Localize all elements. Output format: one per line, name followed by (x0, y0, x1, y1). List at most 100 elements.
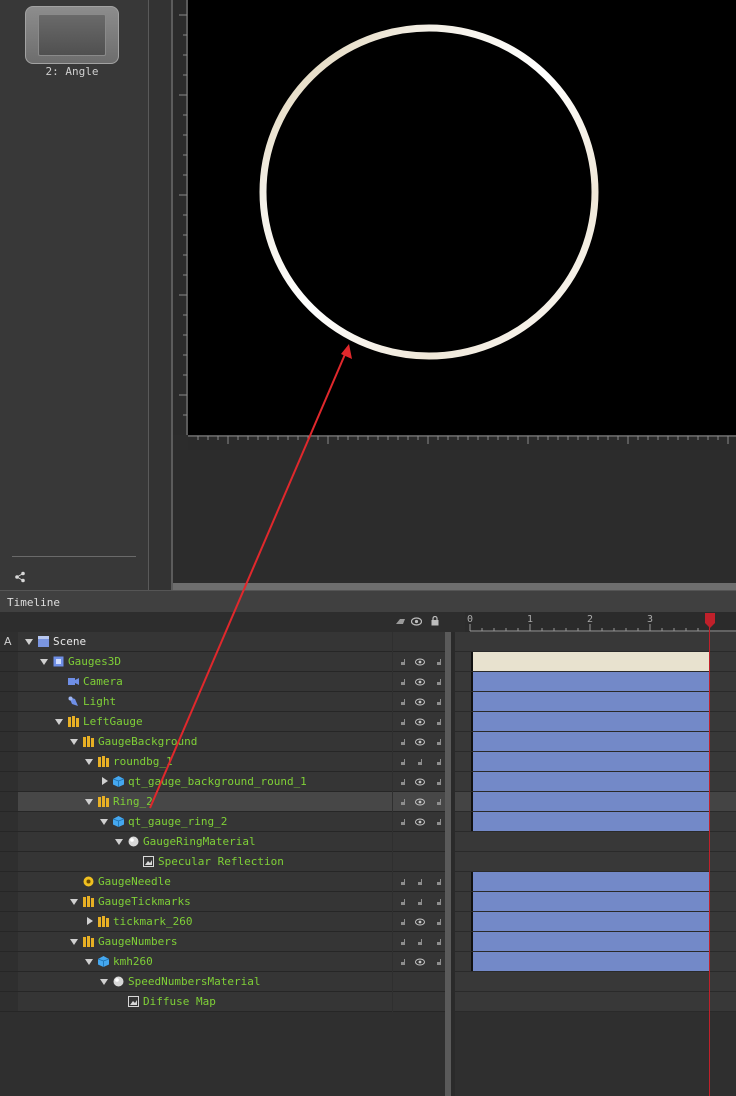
timeline-row[interactable]: GaugeNeedle (0, 872, 736, 892)
lock-toggle-icon[interactable] (434, 718, 444, 726)
timeline-row[interactable]: roundbg_1 (0, 752, 736, 772)
eye-icon[interactable] (415, 678, 425, 686)
lock-toggle-icon[interactable] (434, 938, 444, 946)
lock-toggle-icon[interactable] (398, 938, 408, 946)
time-bar[interactable] (471, 772, 709, 791)
lock-toggle-icon[interactable] (415, 938, 425, 946)
timeline-row[interactable]: GaugeTickmarks (0, 892, 736, 912)
expand-arrow-icon[interactable] (100, 819, 108, 825)
time-bar[interactable] (471, 732, 709, 751)
time-bar[interactable] (471, 652, 709, 671)
eye-icon[interactable] (415, 818, 425, 826)
expand-arrow-icon[interactable] (70, 739, 78, 745)
lock-toggle-icon[interactable] (398, 658, 408, 666)
lock-toggle-icon[interactable] (398, 718, 408, 726)
lock-toggle-icon[interactable] (398, 738, 408, 746)
lock-toggle-icon[interactable] (398, 758, 408, 766)
eye-icon[interactable] (411, 617, 422, 626)
expand-arrow-icon[interactable] (115, 839, 123, 845)
timeline-row[interactable]: Ring_2 (0, 792, 736, 812)
timeline-row[interactable]: tickmark_260 (0, 912, 736, 932)
lock-toggle-icon[interactable] (434, 898, 444, 906)
lock-toggle-icon[interactable] (415, 878, 425, 886)
panel-splitter[interactable] (173, 583, 736, 590)
timeline-row[interactable]: Gauges3D (0, 652, 736, 672)
lock-toggle-icon[interactable] (398, 678, 408, 686)
time-bar[interactable] (471, 952, 709, 971)
time-bar[interactable] (471, 892, 709, 911)
timeline-track[interactable] (455, 852, 736, 872)
share-icon[interactable] (14, 571, 26, 583)
timeline-row[interactable]: Specular Reflection (0, 852, 736, 872)
eye-icon[interactable] (415, 778, 425, 786)
expand-arrow-icon[interactable] (100, 979, 108, 985)
lock-toggle-icon[interactable] (434, 798, 444, 806)
eye-icon[interactable] (415, 718, 425, 726)
lock-toggle-icon[interactable] (398, 818, 408, 826)
time-bar[interactable] (471, 912, 709, 931)
expand-arrow-icon[interactable] (85, 959, 93, 965)
playhead-handle[interactable] (704, 613, 716, 628)
lock-toggle-icon[interactable] (434, 758, 444, 766)
timeline-row[interactable]: Diffuse Map (0, 992, 736, 1012)
lock-toggle-icon[interactable] (415, 898, 425, 906)
gauge-ring-model[interactable] (258, 22, 600, 362)
expand-arrow-icon[interactable] (70, 939, 78, 945)
time-bar[interactable] (471, 752, 709, 771)
eye-icon[interactable] (415, 798, 425, 806)
lock-toggle-icon[interactable] (434, 658, 444, 666)
lock-icon[interactable] (431, 616, 439, 626)
lock-toggle-icon[interactable] (398, 698, 408, 706)
lock-toggle-icon[interactable] (398, 918, 408, 926)
row-tree-cell[interactable] (18, 952, 392, 972)
row-tree-cell[interactable] (18, 792, 392, 812)
collapse-arrow-icon[interactable] (87, 917, 93, 925)
expand-arrow-icon[interactable] (85, 799, 93, 805)
lock-toggle-icon[interactable] (398, 798, 408, 806)
timeline-row[interactable]: Camera (0, 672, 736, 692)
timeline-track[interactable] (455, 632, 736, 652)
timeline-row[interactable]: qt_gauge_ring_2 (0, 812, 736, 832)
expand-arrow-icon[interactable] (85, 759, 93, 765)
lock-toggle-icon[interactable] (434, 698, 444, 706)
timeline-track[interactable] (455, 972, 736, 992)
lock-toggle-icon[interactable] (434, 818, 444, 826)
timeline-row[interactable]: Scene (0, 632, 736, 652)
lock-toggle-icon[interactable] (398, 898, 408, 906)
timeline-row[interactable]: GaugeNumbers (0, 932, 736, 952)
timeline-track[interactable] (455, 832, 736, 852)
time-bar[interactable] (471, 692, 709, 711)
lock-toggle-icon[interactable] (398, 958, 408, 966)
eye-icon[interactable] (415, 918, 425, 926)
collapse-arrow-icon[interactable] (102, 777, 108, 785)
timeline-track[interactable] (455, 992, 736, 1012)
slide-thumbnail[interactable] (25, 6, 119, 64)
eye-icon[interactable] (415, 738, 425, 746)
lock-toggle-icon[interactable] (415, 758, 425, 766)
expand-arrow-icon[interactable] (40, 659, 48, 665)
expand-arrow-icon[interactable] (55, 719, 63, 725)
eye-icon[interactable] (415, 698, 425, 706)
row-tree-cell[interactable] (18, 912, 392, 932)
expand-arrow-icon[interactable] (70, 899, 78, 905)
time-bar[interactable] (471, 712, 709, 731)
timeline-row[interactable]: Light (0, 692, 736, 712)
expand-arrow-icon[interactable] (25, 639, 33, 645)
time-bar[interactable] (471, 672, 709, 691)
eye-icon[interactable] (415, 958, 425, 966)
timeline-row[interactable]: qt_gauge_background_round_1 (0, 772, 736, 792)
lock-toggle-icon[interactable] (434, 878, 444, 886)
time-bar[interactable] (471, 872, 709, 891)
row-tree-cell[interactable] (18, 752, 392, 772)
eye-icon[interactable] (415, 658, 425, 666)
shy-toggle-icon[interactable] (395, 617, 406, 626)
lock-toggle-icon[interactable] (434, 918, 444, 926)
time-ruler[interactable]: 0 1 2 3 (465, 612, 736, 632)
timeline-row[interactable]: GaugeBackground (0, 732, 736, 752)
lock-toggle-icon[interactable] (434, 678, 444, 686)
lock-toggle-icon[interactable] (434, 958, 444, 966)
time-bar[interactable] (471, 812, 709, 831)
lock-toggle-icon[interactable] (398, 878, 408, 886)
lock-toggle-icon[interactable] (434, 738, 444, 746)
timeline-row[interactable]: LeftGauge (0, 712, 736, 732)
